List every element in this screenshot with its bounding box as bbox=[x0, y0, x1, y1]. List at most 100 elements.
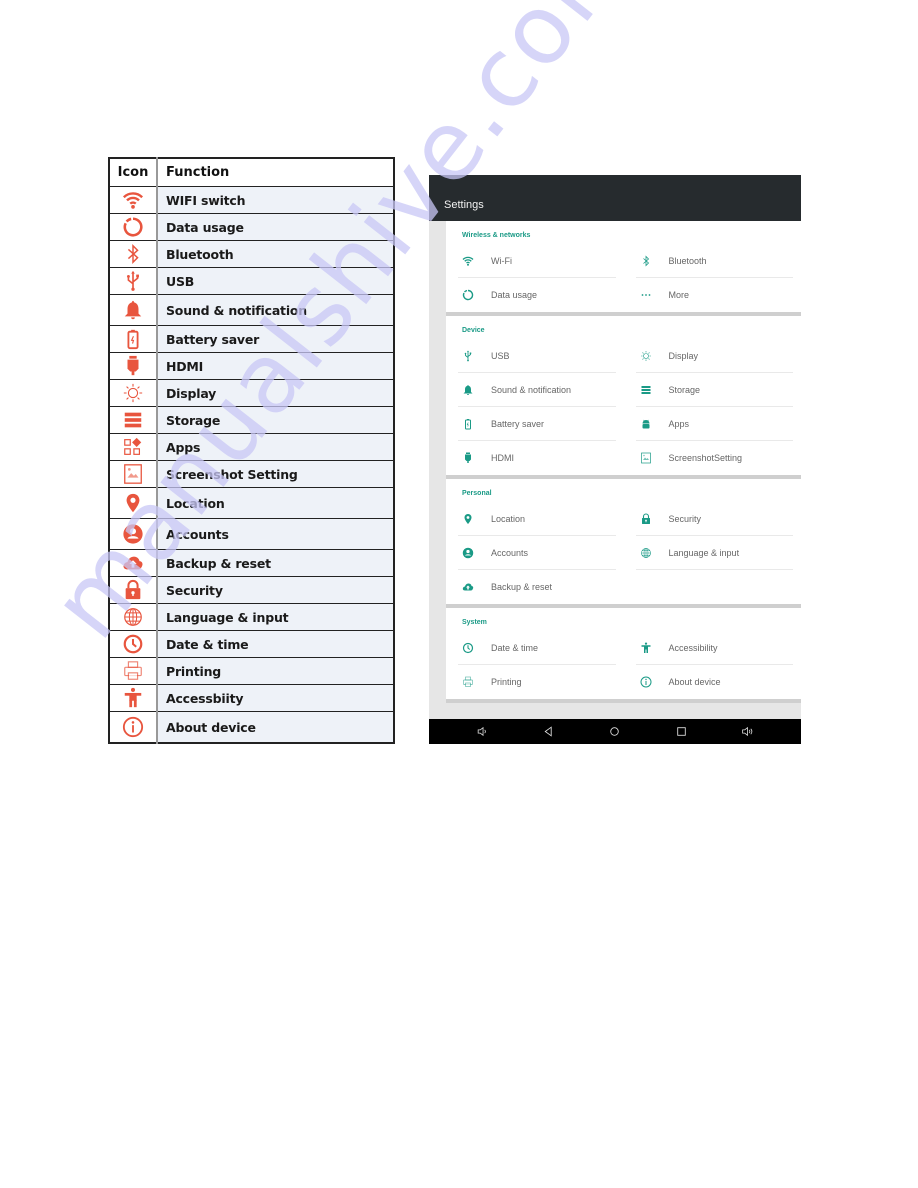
icon-function-table: Icon Function WIFI switch Data usage Bluet… bbox=[108, 157, 395, 744]
setting-label: Date & time bbox=[491, 643, 539, 653]
function-cell: Location bbox=[156, 487, 395, 519]
setting-label: Location bbox=[491, 514, 526, 524]
setting-item-storage[interactable]: Storage bbox=[624, 373, 802, 407]
page-title: Settings bbox=[444, 199, 484, 211]
setting-item-date-time[interactable]: Date & time bbox=[446, 631, 624, 665]
setting-label: Language & input bbox=[668, 548, 740, 558]
navigation-bar bbox=[429, 719, 801, 744]
section-header: Device bbox=[462, 327, 485, 334]
icon-cell bbox=[108, 576, 158, 604]
setting-item-usb[interactable]: USB bbox=[446, 339, 624, 373]
setting-item-bluetooth[interactable]: Bluetooth bbox=[624, 244, 802, 278]
table-row: Date & time bbox=[108, 630, 395, 658]
settings-row: Battery saver Apps bbox=[446, 407, 801, 441]
screenshot-icon bbox=[122, 463, 144, 485]
setting-label: About device bbox=[668, 677, 721, 687]
icon-cell bbox=[108, 213, 158, 241]
table-row: Battery saver bbox=[108, 325, 395, 353]
function-cell: Backup & reset bbox=[156, 549, 395, 577]
icon-cell bbox=[108, 186, 158, 214]
setting-label: ScreenshotSetting bbox=[668, 453, 743, 463]
setting-label: Backup & reset bbox=[491, 582, 553, 592]
icon-cell bbox=[108, 406, 158, 434]
header-function: Function bbox=[156, 157, 395, 187]
volume-down-icon[interactable] bbox=[475, 725, 489, 739]
setting-item-accounts[interactable]: Accounts bbox=[446, 536, 624, 570]
home-icon[interactable] bbox=[608, 725, 622, 739]
setting-item-security[interactable]: Security bbox=[624, 502, 802, 536]
setting-item-backup-reset[interactable]: Backup & reset bbox=[446, 570, 624, 604]
hdmi-icon bbox=[122, 355, 144, 377]
setting-label: Accessibility bbox=[668, 643, 718, 653]
setting-label: USB bbox=[491, 351, 510, 361]
cloud-upload-icon bbox=[462, 581, 474, 593]
icon-cell bbox=[108, 487, 158, 519]
setting-item-more[interactable]: More bbox=[624, 278, 802, 312]
table-row: WIFI switch bbox=[108, 186, 395, 214]
icon-cell bbox=[108, 352, 158, 380]
table-row: Language & input bbox=[108, 603, 395, 631]
back-icon[interactable] bbox=[542, 725, 556, 739]
icon-cell bbox=[108, 267, 158, 295]
function-cell: Display bbox=[156, 379, 395, 407]
info-icon bbox=[640, 676, 652, 688]
setting-item-accessibility[interactable]: Accessibility bbox=[624, 631, 802, 665]
android-icon bbox=[640, 418, 652, 430]
table-row: Backup & reset bbox=[108, 549, 395, 577]
setting-label: Data usage bbox=[491, 290, 538, 300]
icon-cell bbox=[108, 630, 158, 658]
function-cell: Date & time bbox=[156, 630, 395, 658]
section-header: Wireless & networks bbox=[462, 232, 531, 239]
lock-icon bbox=[640, 513, 652, 525]
setting-item-wi-fi[interactable]: Wi-Fi bbox=[446, 244, 624, 278]
table-row: About device bbox=[108, 711, 395, 744]
usb-icon bbox=[462, 350, 474, 362]
setting-item-about-device[interactable]: About device bbox=[624, 665, 802, 699]
apps-icon bbox=[122, 436, 144, 458]
setting-item-display[interactable]: Display bbox=[624, 339, 802, 373]
setting-item-apps[interactable]: Apps bbox=[624, 407, 802, 441]
account-icon bbox=[122, 523, 144, 545]
table-row: Printing bbox=[108, 657, 395, 685]
icon-cell bbox=[108, 460, 158, 488]
battery-icon bbox=[462, 418, 474, 430]
function-cell: Sound & notification bbox=[156, 294, 395, 326]
table-row: Data usage bbox=[108, 213, 395, 241]
setting-item-battery-saver[interactable]: Battery saver bbox=[446, 407, 624, 441]
data-usage-icon bbox=[122, 216, 144, 238]
setting-item-screenshotsetting[interactable]: ScreenshotSetting bbox=[624, 441, 802, 475]
function-cell: Apps bbox=[156, 433, 395, 461]
function-cell: Accounts bbox=[156, 518, 395, 550]
setting-item-language-input[interactable]: Language & input bbox=[624, 536, 802, 570]
function-cell: Screenshot Setting bbox=[156, 460, 395, 488]
settings-row: HDMI ScreenshotSetting bbox=[446, 441, 801, 475]
bluetooth-icon bbox=[640, 255, 652, 267]
icon-cell bbox=[108, 518, 158, 550]
setting-item-sound-notification[interactable]: Sound & notification bbox=[446, 373, 624, 407]
section-header: System bbox=[462, 619, 487, 626]
function-cell: Accessbiity bbox=[156, 684, 395, 712]
recents-icon[interactable] bbox=[674, 725, 688, 739]
app-bar: Settings bbox=[429, 175, 801, 221]
section-header: Personal bbox=[462, 490, 492, 497]
cloud-upload-icon bbox=[122, 552, 144, 574]
setting-item-location[interactable]: Location bbox=[446, 502, 624, 536]
clock-icon bbox=[122, 633, 144, 655]
accessibility-icon bbox=[122, 687, 144, 709]
location-icon bbox=[462, 513, 474, 525]
setting-item-hdmi[interactable]: HDMI bbox=[446, 441, 624, 475]
volume-up-icon[interactable] bbox=[741, 725, 755, 739]
setting-item-data-usage[interactable]: Data usage bbox=[446, 278, 624, 312]
settings-row: Accounts Language & input bbox=[446, 536, 801, 570]
empty-slot bbox=[624, 570, 802, 604]
setting-item-printing[interactable]: Printing bbox=[446, 665, 624, 699]
icon-cell bbox=[108, 603, 158, 631]
settings-row: Wi-Fi Bluetooth bbox=[446, 244, 801, 278]
printer-icon bbox=[462, 676, 474, 688]
table-row: USB bbox=[108, 267, 395, 295]
setting-label: Printing bbox=[491, 677, 522, 687]
icon-cell bbox=[108, 240, 158, 268]
table-row: Accounts bbox=[108, 518, 395, 550]
bell-icon bbox=[122, 299, 144, 321]
icon-cell bbox=[108, 294, 158, 326]
